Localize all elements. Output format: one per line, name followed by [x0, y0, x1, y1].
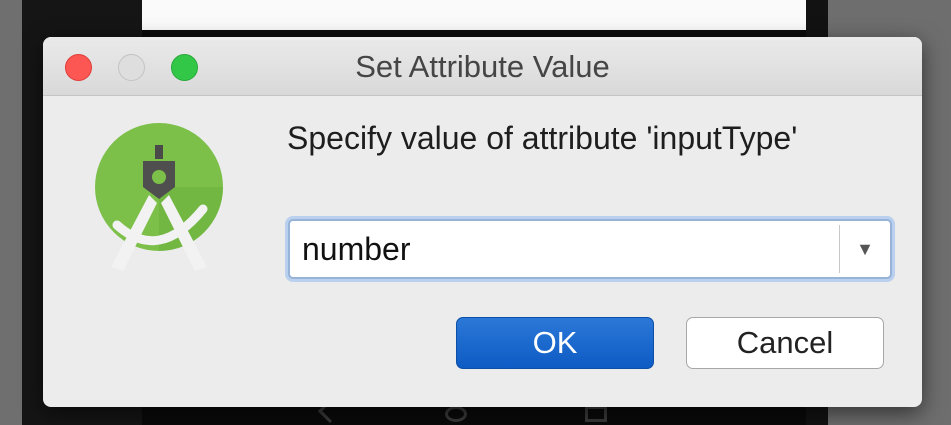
background-content-panel	[142, 0, 806, 30]
dialog-prompt: Specify value of attribute 'inputType'	[287, 120, 798, 156]
background-nav-icons	[317, 401, 620, 425]
ok-button[interactable]: OK	[456, 317, 654, 369]
chevron-down-icon[interactable]: ▼	[840, 221, 890, 277]
home-icon	[445, 406, 467, 422]
minimize-icon[interactable]	[118, 54, 145, 81]
attribute-value-combobox[interactable]: ▼	[288, 219, 892, 279]
background-panel-left	[0, 0, 22, 425]
android-studio-icon	[83, 117, 243, 287]
dialog-titlebar: Set Attribute Value	[43, 37, 922, 96]
close-icon[interactable]	[65, 54, 92, 81]
cancel-button[interactable]: Cancel	[686, 317, 884, 369]
zoom-icon[interactable]	[171, 54, 198, 81]
set-attribute-dialog: Set Attribute Value Specify value of att…	[43, 37, 922, 407]
recents-icon	[585, 406, 607, 422]
attribute-value-input[interactable]	[290, 221, 838, 277]
